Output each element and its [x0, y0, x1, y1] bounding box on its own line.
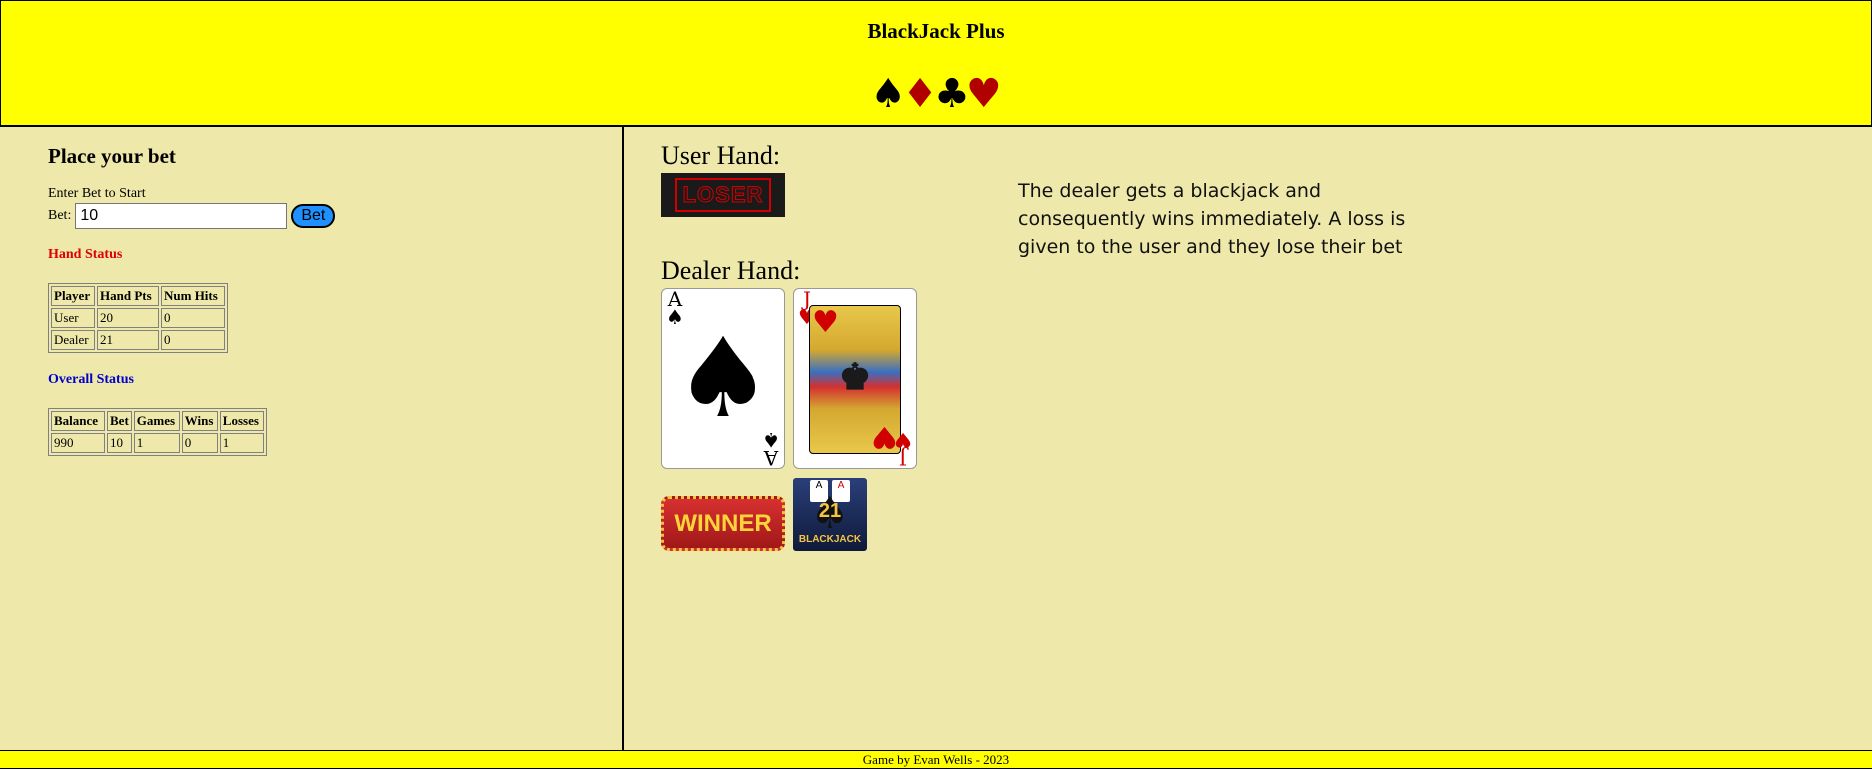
table-header-row: Balance Bet Games Wins Losses: [51, 411, 264, 431]
column-header: Player: [51, 286, 95, 306]
table-cell: 0: [161, 330, 225, 350]
heart-icon: ♥: [965, 71, 1002, 117]
suit-icons: ♠♦♣♥: [1, 68, 1871, 120]
bet-input[interactable]: [75, 203, 288, 229]
loser-badge-text: LOSER: [674, 178, 772, 212]
table-cell: 0: [161, 308, 225, 328]
table-row: 990 10 1 0 1: [51, 433, 264, 453]
column-header: Num Hits: [161, 286, 225, 306]
overall-status-table: Balance Bet Games Wins Losses 990 10 1 0…: [48, 408, 267, 456]
blackjack-badge-number: 21: [818, 500, 842, 522]
column-header: Wins: [181, 411, 218, 431]
bet-form: Bet: Bet: [48, 203, 336, 229]
table-cell: 10: [107, 433, 132, 453]
table-cell: 0: [181, 433, 218, 453]
jack-of-hearts-card: J ♥ ♥ ♚ ♥ J ♥: [793, 288, 917, 470]
column-header: Losses: [219, 411, 264, 431]
page-header: BlackJack Plus ♠♦♣♥: [0, 0, 1872, 127]
heart-icon: ♥: [894, 428, 912, 452]
table-header-row: Player Hand Pts Num Hits: [51, 286, 225, 306]
winner-badge: WINNER: [661, 496, 785, 551]
game-table: User Hand: LOSER Dealer Hand: A ♠ ♠ A ♠ …: [624, 127, 1872, 750]
bet-label: Bet:: [48, 208, 72, 223]
loser-badge: LOSER: [661, 173, 785, 217]
card-corner: J ♥: [894, 428, 912, 470]
dealer-hand-label: Dealer Hand:: [661, 256, 801, 285]
page-title: BlackJack Plus: [867, 19, 1005, 43]
spade-icon: ♠: [673, 314, 773, 442]
hand-status-table: Player Hand Pts Num Hits User 20 0 Deale…: [48, 283, 228, 353]
table-cell: Dealer: [51, 330, 95, 350]
table-cell: 21: [97, 330, 159, 350]
jack-figure-icon: ♚: [838, 356, 872, 398]
diamond-icon: ♦: [902, 71, 938, 117]
column-header: Bet: [107, 411, 132, 431]
overall-status-title: Overall Status: [48, 372, 134, 387]
table-cell: 1: [133, 433, 180, 453]
blackjack-badge: A A ♠ 21 BLACKJACK: [793, 478, 867, 551]
column-header: Games: [133, 411, 180, 431]
spade-icon: ♠: [870, 71, 907, 117]
page-footer: Game by Evan Wells - 2023: [0, 750, 1872, 769]
spade-icon: ♠: [762, 428, 780, 452]
table-row: User 20 0: [51, 308, 225, 328]
table-cell: 20: [97, 308, 159, 328]
hand-status-title: Hand Status: [48, 247, 123, 262]
bet-panel: Place your bet Enter Bet to Start Bet: B…: [0, 127, 624, 750]
bet-button[interactable]: Bet: [291, 204, 336, 228]
bet-panel-title: Place your bet: [48, 144, 176, 168]
blackjack-badge-text: BLACKJACK: [798, 534, 862, 545]
column-header: Balance: [51, 411, 105, 431]
ace-of-spades-card: A ♠ ♠ A ♠: [661, 288, 785, 470]
column-header: Hand Pts: [97, 286, 159, 306]
table-row: Dealer 21 0: [51, 330, 225, 350]
heart-icon: ♥: [812, 305, 839, 340]
table-cell: 990: [51, 433, 105, 453]
user-hand-label: User Hand:: [661, 141, 781, 170]
result-message: The dealer gets a blackjack and conseque…: [1018, 180, 1406, 258]
table-cell: User: [51, 308, 95, 328]
bet-prompt: Enter Bet to Start: [48, 186, 146, 201]
card-corner: A ♠: [762, 428, 780, 470]
jack-face-illustration: ♥ ♚ ♥: [809, 305, 901, 454]
club-icon: ♣: [934, 71, 970, 117]
table-cell: 1: [219, 433, 264, 453]
